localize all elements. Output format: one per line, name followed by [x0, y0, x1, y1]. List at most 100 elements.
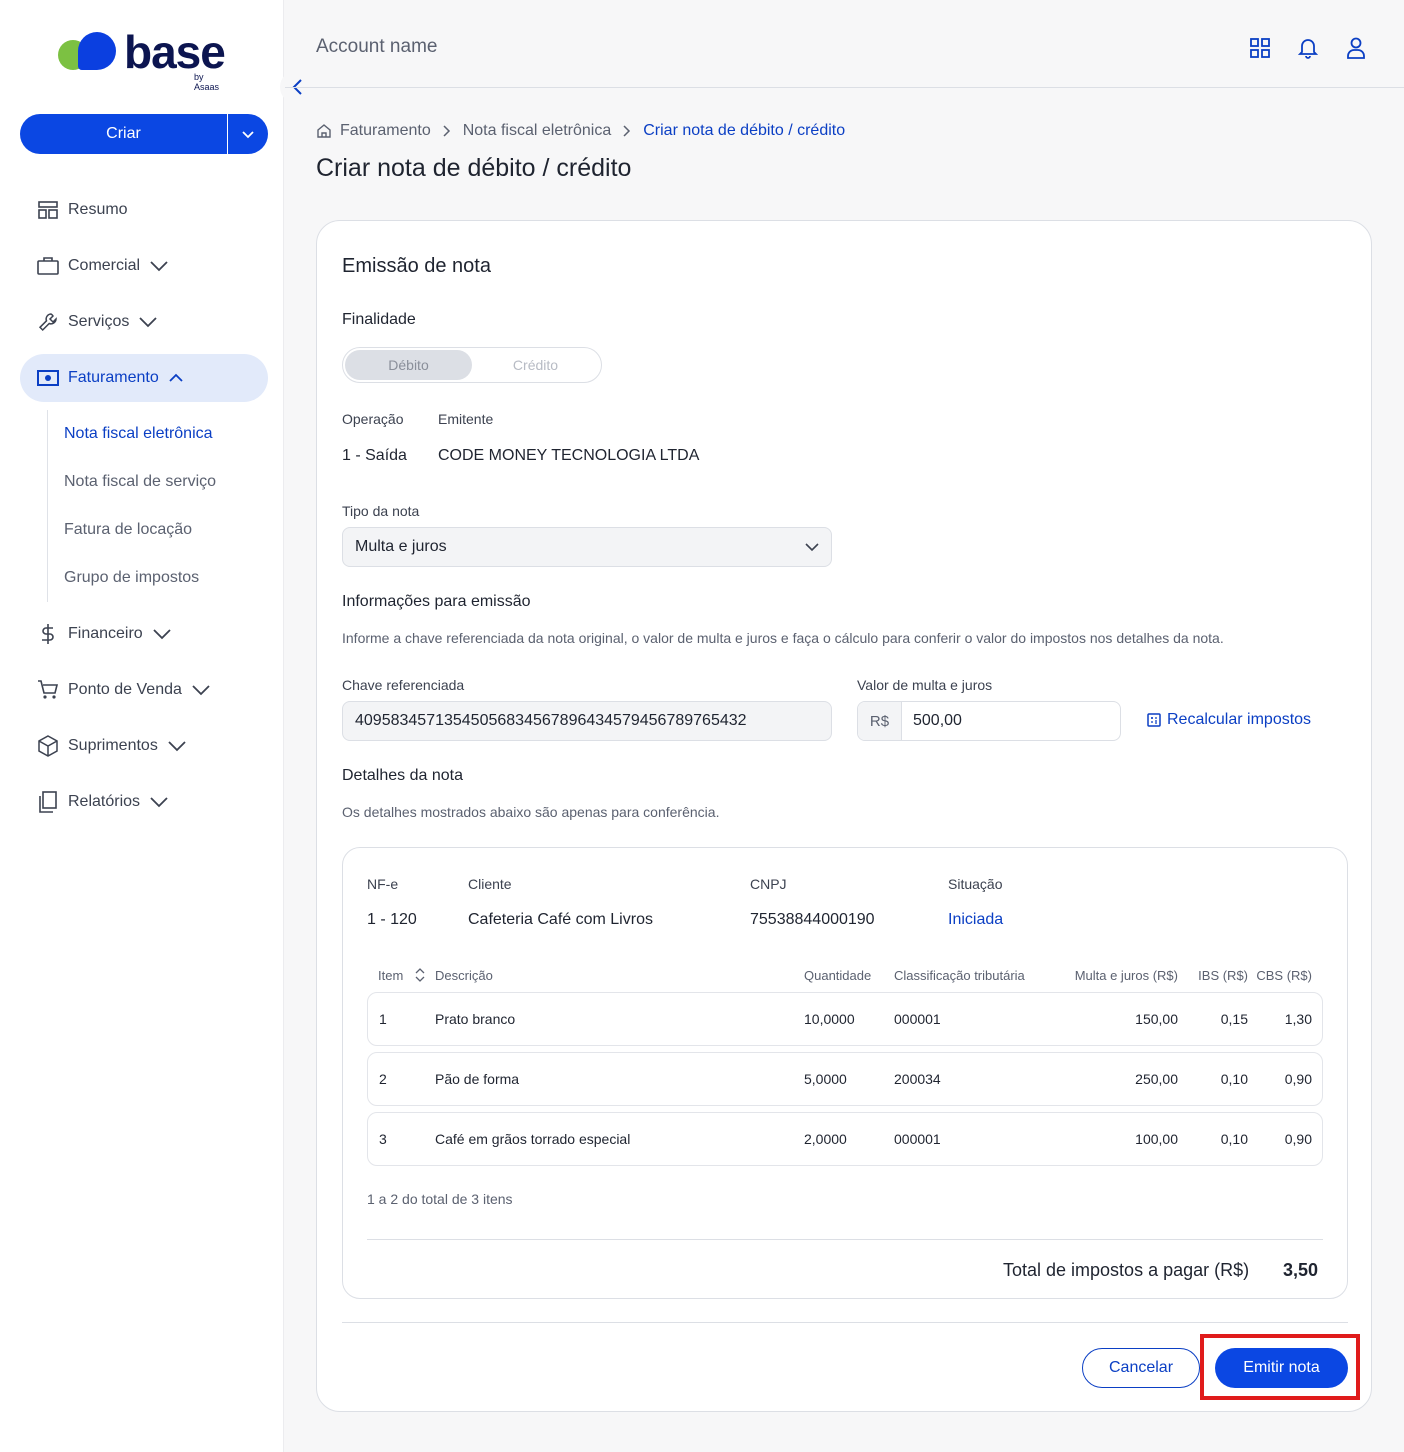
chevron-up-icon	[169, 373, 183, 383]
chevron-down-icon	[150, 796, 168, 808]
row-desc: Pão de forma	[435, 1071, 520, 1087]
documents-icon	[36, 790, 60, 814]
sort-icon[interactable]	[415, 968, 425, 982]
create-dropdown-button[interactable]	[228, 114, 268, 154]
row-qtd: 2,0000	[804, 1131, 847, 1147]
sidebar-subitem-fatura[interactable]: Fatura de locação	[48, 506, 268, 554]
col-quantidade: Quantidade	[804, 968, 872, 983]
box-icon	[36, 734, 60, 758]
chave-label: Chave referenciada	[342, 677, 465, 693]
cancel-button[interactable]: Cancelar	[1082, 1348, 1200, 1388]
chevron-down-icon	[150, 260, 168, 272]
chave-input[interactable]: 4095834571354505683456789643457945678976…	[342, 701, 832, 741]
table-row: 3 Café em grãos torrado especial 2,0000 …	[367, 1112, 1323, 1166]
operacao-label: Operação	[342, 411, 404, 427]
operacao-value: 1 - Saída	[342, 447, 407, 464]
sidebar-item-financeiro[interactable]: Financeiro	[20, 610, 268, 658]
row-multa: 100,00	[1135, 1131, 1178, 1147]
table-row: 2 Pão de forma 5,0000 200034 250,00 0,10…	[367, 1052, 1323, 1106]
toggle-debito[interactable]: Débito	[345, 350, 472, 380]
sidebar-item-label: Resumo	[68, 201, 128, 218]
cnpj-label: CNPJ	[750, 876, 787, 892]
create-button[interactable]: Criar	[20, 114, 228, 154]
row-cbs: 1,30	[1284, 1011, 1312, 1027]
chevron-right-icon	[623, 125, 631, 137]
total-label: Total de impostos a pagar (R$)	[1003, 1260, 1250, 1280]
table-row: 1 Prato branco 10,0000 000001 150,00 0,1…	[367, 992, 1323, 1046]
logo-subtext: by Asaas	[194, 72, 220, 92]
chevron-down-icon	[192, 684, 210, 696]
cliente-label: Cliente	[468, 876, 512, 892]
sidebar-item-servicos[interactable]: Serviços	[20, 298, 268, 346]
info-help: Informe a chave referenciada da nota ori…	[342, 630, 1224, 646]
bell-icon[interactable]	[1296, 36, 1320, 60]
breadcrumb-current: Criar nota de débito / crédito	[643, 122, 846, 139]
currency-prefix: R$	[858, 702, 902, 740]
col-cbs: CBS (R$)	[1256, 968, 1312, 983]
sidebar-item-suprimentos[interactable]: Suprimentos	[20, 722, 268, 770]
account-name[interactable]: Account name	[316, 36, 437, 58]
recalcular-impostos-link[interactable]: Recalcular impostos	[1147, 711, 1311, 729]
row-item: 1	[379, 1011, 387, 1027]
sidebar-item-resumo[interactable]: Resumo	[20, 186, 268, 234]
situacao-value: Iniciada	[948, 911, 1004, 928]
details-divider	[367, 1239, 1323, 1240]
sidebar-item-relatorios[interactable]: Relatórios	[20, 778, 268, 826]
apps-grid-icon[interactable]	[1248, 36, 1272, 60]
calculator-icon	[1147, 713, 1161, 727]
valor-input-group: R$ 500,00	[857, 701, 1121, 741]
nfe-label: NF-e	[367, 876, 399, 892]
cliente-value: Cafeteria Café com Livros	[468, 911, 653, 928]
detalhes-title: Detalhes da nota	[342, 767, 463, 784]
sidebar-item-label: Relatórios	[68, 793, 141, 810]
wrench-icon	[36, 310, 60, 334]
briefcase-icon	[36, 254, 60, 278]
user-icon[interactable]	[1344, 36, 1368, 60]
tipo-nota-select[interactable]: Multa e juros	[342, 527, 832, 567]
valor-input[interactable]: 500,00	[902, 702, 1120, 740]
cart-icon	[36, 678, 60, 702]
row-ibs: 0,10	[1220, 1131, 1248, 1147]
emission-card: Emissão de nota Finalidade Débito Crédit…	[316, 220, 1372, 1412]
home-icon[interactable]	[316, 123, 332, 139]
chevron-down-icon	[168, 740, 186, 752]
row-desc: Prato branco	[435, 1011, 516, 1027]
sidebar-item-faturamento[interactable]: Faturamento	[20, 354, 268, 402]
app: base by Asaas Criar Resumo Comercial Ser…	[0, 0, 1404, 1452]
col-ibs: IBS (R$)	[1198, 968, 1248, 983]
breadcrumb-link[interactable]: Faturamento	[340, 122, 431, 140]
breadcrumb: Faturamento Nota fiscal eletrônica Criar…	[316, 122, 845, 140]
sidebar-item-label: Ponto de Venda	[68, 681, 182, 698]
emitente-value: CODE MONEY TECNOLOGIA LTDA	[438, 447, 700, 464]
col-classificacao: Classificação tributária	[894, 968, 1025, 983]
sidebar-item-label: Financeiro	[68, 625, 143, 642]
col-item[interactable]: Item	[378, 968, 403, 983]
faturamento-subnav: Nota fiscal eletrônica Nota fiscal de se…	[47, 410, 268, 602]
header-actions	[1248, 36, 1368, 60]
row-class: 200034	[894, 1071, 941, 1087]
brand-logo[interactable]: base by Asaas	[56, 26, 226, 92]
breadcrumb-link[interactable]: Nota fiscal eletrônica	[463, 122, 612, 140]
sidebar-item-label: Suprimentos	[68, 737, 158, 754]
sidebar-item-label: Serviços	[68, 313, 130, 330]
logo-mark-icon	[56, 32, 118, 74]
toggle-credito[interactable]: Crédito	[472, 350, 599, 380]
page-title: Criar nota de débito / crédito	[316, 154, 632, 182]
emitente-label: Emitente	[438, 411, 494, 427]
sidebar-item-ponto-de-venda[interactable]: Ponto de Venda	[20, 666, 268, 714]
sidebar-subitem-impostos[interactable]: Grupo de impostos	[48, 554, 268, 602]
finalidade-label: Finalidade	[342, 311, 416, 328]
chevron-right-icon	[443, 125, 451, 137]
sidebar-subitem-nfs[interactable]: Nota fiscal de serviço	[48, 458, 268, 506]
sidebar-subitem-nfe[interactable]: Nota fiscal eletrônica	[48, 410, 268, 458]
logo-text: base	[124, 26, 226, 78]
total-value: 3,50	[1283, 1260, 1319, 1280]
note-details-box: NF-e 1 - 120 Cliente Cafeteria Café com …	[342, 847, 1348, 1299]
row-item: 2	[379, 1071, 387, 1087]
sidebar-item-label: Comercial	[68, 257, 141, 274]
sidebar-item-comercial[interactable]: Comercial	[20, 242, 268, 290]
sidebar-item-label: Faturamento	[68, 369, 159, 386]
dashboard-icon	[36, 198, 60, 222]
nfe-value: 1 - 120	[367, 911, 417, 928]
row-class: 000001	[894, 1011, 941, 1027]
